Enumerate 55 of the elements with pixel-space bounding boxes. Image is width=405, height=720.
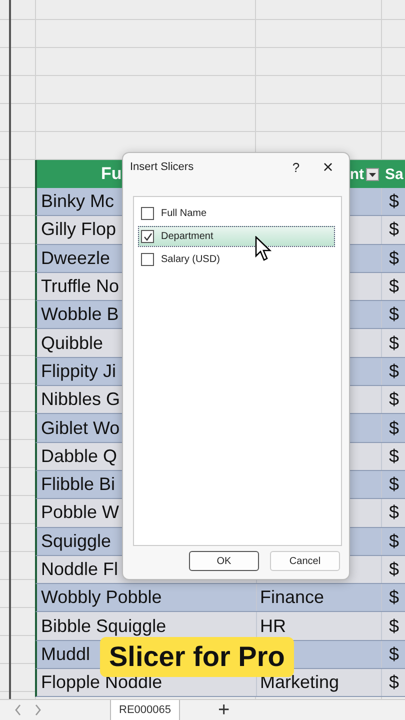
table-cell: $ <box>389 248 400 269</box>
filter-dropdown-icon[interactable] <box>366 168 379 180</box>
table-cell: Wobble B <box>41 304 119 326</box>
table-cell: $ <box>389 276 400 298</box>
sheet-tab[interactable]: RE000065 <box>110 700 180 720</box>
table-cell: $ <box>389 446 400 467</box>
table-cell: Dweezle <box>41 248 110 269</box>
table-cell: $ <box>389 332 400 354</box>
table-cell: Gilly Flop <box>41 219 116 240</box>
cancel-button[interactable]: Cancel <box>270 551 340 571</box>
mouse-pointer-icon <box>255 236 273 262</box>
table-cell: $ <box>389 502 400 524</box>
checkbox[interactable] <box>141 253 154 266</box>
table-cell: $ <box>389 587 400 608</box>
dialog-title: Insert Slicers <box>130 161 195 173</box>
checkbox[interactable] <box>141 230 154 243</box>
field-item[interactable]: Salary (USD) <box>138 249 335 270</box>
table-cell: $ <box>389 304 400 326</box>
table-cell: $ <box>389 644 400 665</box>
column-header: Fu <box>101 164 122 184</box>
ok-button[interactable]: OK <box>189 551 259 571</box>
table-cell: Noddle Fl <box>41 559 118 580</box>
table-cell: $ <box>389 219 400 240</box>
table-cell: Wobbly Pobble <box>41 587 162 608</box>
column-header: nt <box>350 166 364 182</box>
table-cell: Muddl <box>41 644 90 665</box>
add-sheet-button[interactable]: + <box>218 700 230 720</box>
table-cell: $ <box>389 672 400 694</box>
field-item[interactable]: Full Name <box>138 203 335 224</box>
table-cell: Bibble Squiggle <box>41 616 166 637</box>
checkbox[interactable] <box>141 207 154 220</box>
table-cell: $ <box>389 559 400 580</box>
table-cell: Binky Mc <box>41 191 114 212</box>
table-cell: $ <box>389 616 400 637</box>
table-cell: Truffle No <box>41 276 120 298</box>
table-cell: Pobble W <box>41 502 120 524</box>
table-cell: $ <box>389 474 400 496</box>
field-item[interactable]: Department <box>138 226 335 247</box>
table-cell: Quibble <box>41 332 104 354</box>
table-cell: $ <box>389 191 400 212</box>
table-cell: Flibble Bi <box>41 474 116 496</box>
table-cell: $ <box>389 360 400 382</box>
table-cell: Squiggle <box>41 530 112 552</box>
table-cell: $ <box>389 530 400 552</box>
table-cell: Nibbles G <box>41 389 120 410</box>
table-cell: Giblet Wo <box>41 418 120 439</box>
table-cell: Flippity Ji <box>41 360 116 382</box>
help-button[interactable]: ? <box>285 160 307 174</box>
table-cell: HR <box>260 616 286 637</box>
table-cell: $ <box>389 389 400 410</box>
table-cell: Dabble Q <box>41 446 118 467</box>
table-cell: $ <box>389 418 400 439</box>
table-cell: Finance <box>260 587 324 608</box>
column-header: Sa <box>385 166 404 182</box>
close-button[interactable]: × <box>317 156 339 178</box>
